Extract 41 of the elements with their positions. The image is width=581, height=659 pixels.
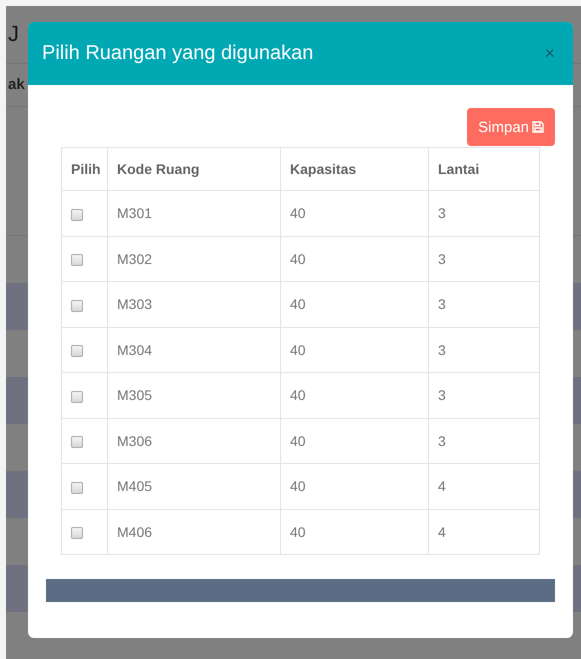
table-cell: M301	[108, 190, 280, 236]
table-cell: 40	[280, 190, 428, 236]
checkbox[interactable]	[71, 527, 83, 540]
column-header: Lantai	[428, 148, 540, 190]
table-cell: 40	[280, 509, 428, 554]
table-cell: 40	[280, 327, 428, 372]
table-cell: 40	[280, 418, 428, 464]
table-cell: 40	[280, 236, 428, 282]
close-button[interactable]: ×	[540, 43, 559, 64]
checkbox[interactable]	[71, 300, 83, 312]
table-cell: 3	[428, 190, 540, 236]
table-cell: 4	[428, 464, 540, 509]
dialog-title: Pilih Ruangan yang digunakan	[42, 42, 314, 65]
table-cell: M406	[108, 509, 280, 554]
checkbox[interactable]	[71, 482, 83, 494]
save-button[interactable]: Simpan	[467, 108, 555, 146]
checkbox[interactable]	[71, 254, 83, 266]
table-cell: M405	[108, 464, 280, 509]
page-heading: J	[8, 21, 19, 48]
table-cell: M304	[108, 327, 280, 372]
checkbox[interactable]	[71, 208, 83, 221]
table-cell: 3	[428, 282, 540, 327]
checkbox[interactable]	[71, 345, 83, 358]
table-cell: 3	[428, 327, 540, 372]
table-cell: M305	[108, 372, 280, 418]
table-cell: 4	[428, 509, 540, 554]
table-cell: 3	[428, 418, 540, 464]
table-cell: 3	[428, 236, 540, 282]
table-cell: 40	[280, 282, 428, 327]
checkbox[interactable]	[71, 436, 83, 448]
table-cell: 3	[428, 372, 540, 418]
column-header: Kode Ruang	[108, 148, 280, 190]
table-cell: 40	[280, 372, 428, 418]
column-header: Pilih	[62, 148, 108, 190]
table-cell: M303	[108, 282, 280, 327]
table-cell: M302	[108, 236, 280, 282]
checkbox[interactable]	[71, 390, 83, 403]
column-header: Kapasitas	[280, 148, 428, 190]
column-heading: ak	[8, 76, 25, 94]
table-cell: M306	[108, 418, 280, 464]
table-cell: 40	[280, 464, 428, 509]
